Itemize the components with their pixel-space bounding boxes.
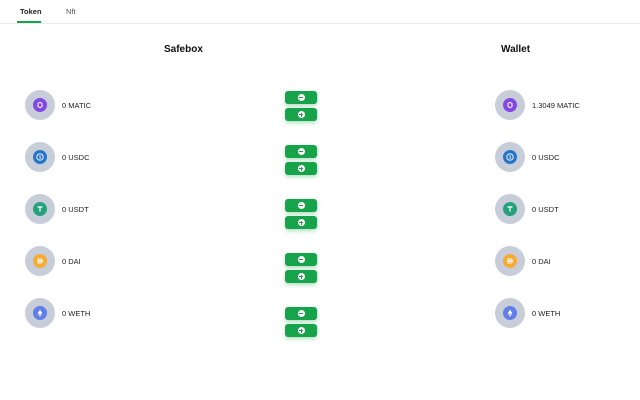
- safebox-token-avatar: [25, 298, 55, 328]
- deposit-button[interactable]: [285, 108, 317, 121]
- wallet-token-avatar: [495, 90, 525, 120]
- wallet-token-avatar: [495, 298, 525, 328]
- active-tab-indicator: [17, 21, 41, 23]
- ethereum-icon: [33, 306, 47, 320]
- wallet-balance: 0 USDT: [532, 205, 559, 214]
- withdraw-button[interactable]: [285, 199, 317, 212]
- svg-text:$: $: [39, 155, 42, 161]
- dai-icon: [503, 254, 517, 268]
- deposit-button[interactable]: [285, 324, 317, 337]
- plus-icon: [297, 219, 305, 226]
- minus-icon: [297, 94, 305, 101]
- wallet-balance: 0 USDC: [532, 153, 560, 162]
- polygon-icon: [503, 98, 517, 112]
- safebox-balance: 0 DAI: [62, 257, 81, 266]
- wallet-token-avatar: $: [495, 142, 525, 172]
- token-row-dai: 0 DAI 0 DAI: [0, 246, 640, 283]
- usdc-icon: $: [503, 150, 517, 164]
- tab-bar: Token Nft: [0, 0, 640, 24]
- wallet-balance: 0 DAI: [532, 257, 551, 266]
- plus-icon: [297, 273, 305, 280]
- plus-icon: [297, 165, 305, 172]
- safebox-token-avatar: $: [25, 142, 55, 172]
- withdraw-button[interactable]: [285, 307, 317, 320]
- plus-icon: [297, 111, 305, 118]
- tether-icon: [503, 202, 517, 216]
- withdraw-button[interactable]: [285, 253, 317, 266]
- token-row-matic: 0 MATIC 1.3049 MATIC: [0, 90, 640, 122]
- ethereum-icon: [503, 306, 517, 320]
- minus-icon: [297, 148, 305, 155]
- safebox-token-avatar: [25, 90, 55, 120]
- withdraw-button[interactable]: [285, 145, 317, 158]
- deposit-button[interactable]: [285, 270, 317, 283]
- wallet-balance: 1.3049 MATIC: [532, 101, 580, 110]
- tab-nft[interactable]: Nft: [66, 7, 76, 16]
- plus-icon: [297, 327, 305, 334]
- usdc-icon: $: [33, 150, 47, 164]
- safebox-balance: 0 WETH: [62, 309, 91, 318]
- token-row-usdt: 0 USDT 0 USDT: [0, 194, 640, 229]
- deposit-button[interactable]: [285, 162, 317, 175]
- wallet-balance: 0 WETH: [532, 309, 561, 318]
- wallet-token-avatar: [495, 194, 525, 224]
- polygon-icon: [33, 98, 47, 112]
- minus-icon: [297, 310, 305, 317]
- safebox-token-avatar: [25, 194, 55, 224]
- token-row-weth: 0 WETH 0 WETH: [0, 298, 640, 337]
- svg-text:$: $: [509, 155, 512, 161]
- safebox-token-avatar: [25, 246, 55, 276]
- withdraw-button[interactable]: [285, 91, 317, 104]
- safebox-balance: 0 USDT: [62, 205, 89, 214]
- tether-icon: [33, 202, 47, 216]
- wallet-token-avatar: [495, 246, 525, 276]
- safebox-heading: Safebox: [164, 44, 203, 55]
- safebox-balance: 0 USDC: [62, 153, 90, 162]
- wallet-heading: Wallet: [501, 44, 531, 55]
- dai-icon: [33, 254, 47, 268]
- minus-icon: [297, 202, 305, 209]
- safebox-balance: 0 MATIC: [62, 101, 92, 110]
- minus-icon: [297, 256, 305, 263]
- token-row-usdc: $ 0 USDC $ 0 USDC: [0, 142, 640, 175]
- tab-token[interactable]: Token: [20, 7, 42, 16]
- deposit-button[interactable]: [285, 216, 317, 229]
